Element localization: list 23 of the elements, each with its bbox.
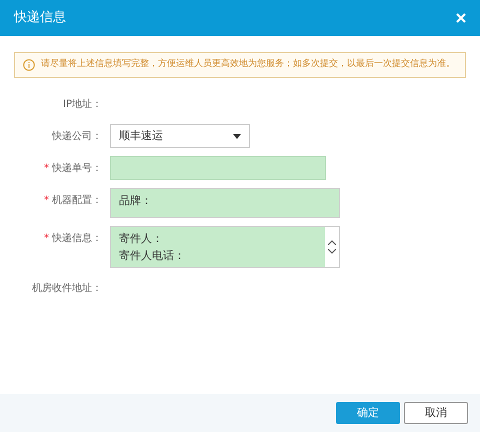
text-area[interactable]: 品牌：: [110, 188, 340, 218]
field-label: IP地址：: [63, 98, 102, 112]
field-label: 机器配置：: [52, 194, 102, 208]
info-icon: [23, 59, 35, 71]
text-line: 品牌：: [119, 193, 153, 209]
cancel-button[interactable]: 取消: [404, 402, 468, 424]
scroll-bar[interactable]: [325, 227, 339, 267]
caret-icon: [233, 134, 241, 138]
courier-select[interactable]: 顺丰速运: [110, 124, 250, 148]
required-mark: *: [44, 162, 49, 176]
required-mark: *: [44, 232, 49, 246]
input-field[interactable]: [110, 156, 326, 180]
field-label: 快递信息：: [52, 232, 102, 246]
notice-text: 请尽量将上述信息填写完整，方便运维人员更高效地为您服务；如多次提交，以最后一次提交信息为准。: [41, 58, 455, 72]
field-label: 快递单号：: [52, 162, 102, 176]
text-line: 寄件人：: [119, 231, 164, 247]
text-line: 寄件人电话：: [119, 248, 186, 264]
required-mark: *: [44, 194, 49, 208]
close-icon[interactable]: [456, 13, 466, 23]
text-area[interactable]: 寄件人： 寄件人电话：: [110, 226, 340, 268]
field-label: 机房收件地址：: [32, 282, 102, 296]
window-title: 快递信息: [14, 9, 66, 28]
field-label: 快递公司：: [52, 130, 102, 144]
